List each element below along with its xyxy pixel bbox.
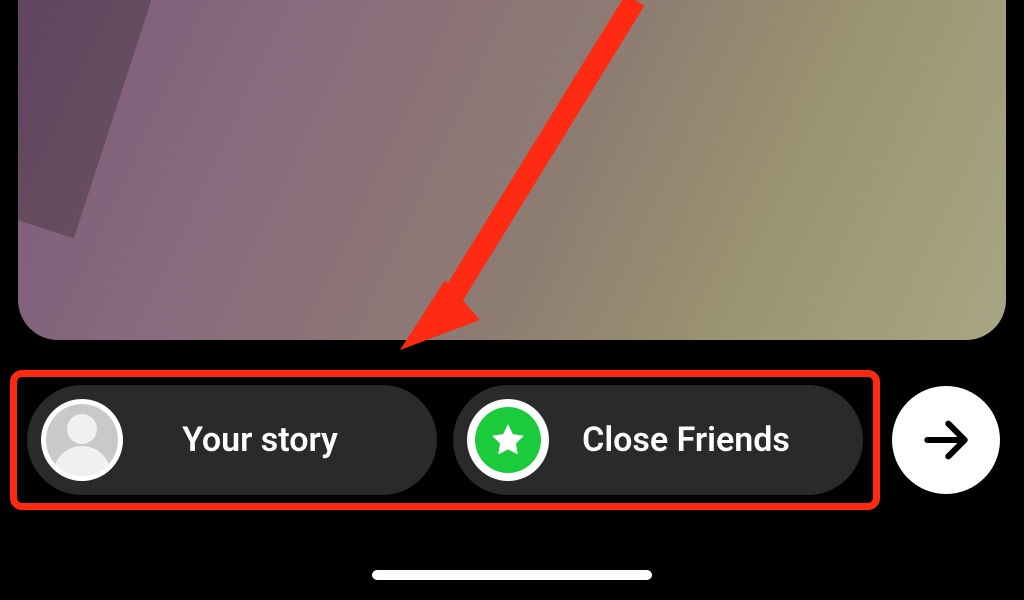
- next-button[interactable]: [892, 386, 1000, 494]
- home-indicator[interactable]: [372, 570, 652, 580]
- story-preview: [18, 0, 1006, 340]
- close-friends-button[interactable]: Close Friends: [453, 385, 863, 495]
- your-story-button[interactable]: Your story: [27, 385, 437, 495]
- share-options-highlight: Your story Close Friends: [10, 370, 880, 510]
- close-friends-label: Close Friends: [549, 420, 863, 460]
- avatar-icon: [41, 399, 123, 481]
- your-story-label: Your story: [123, 420, 437, 460]
- close-friends-star-icon: [467, 399, 549, 481]
- arrow-right-icon: [918, 412, 974, 468]
